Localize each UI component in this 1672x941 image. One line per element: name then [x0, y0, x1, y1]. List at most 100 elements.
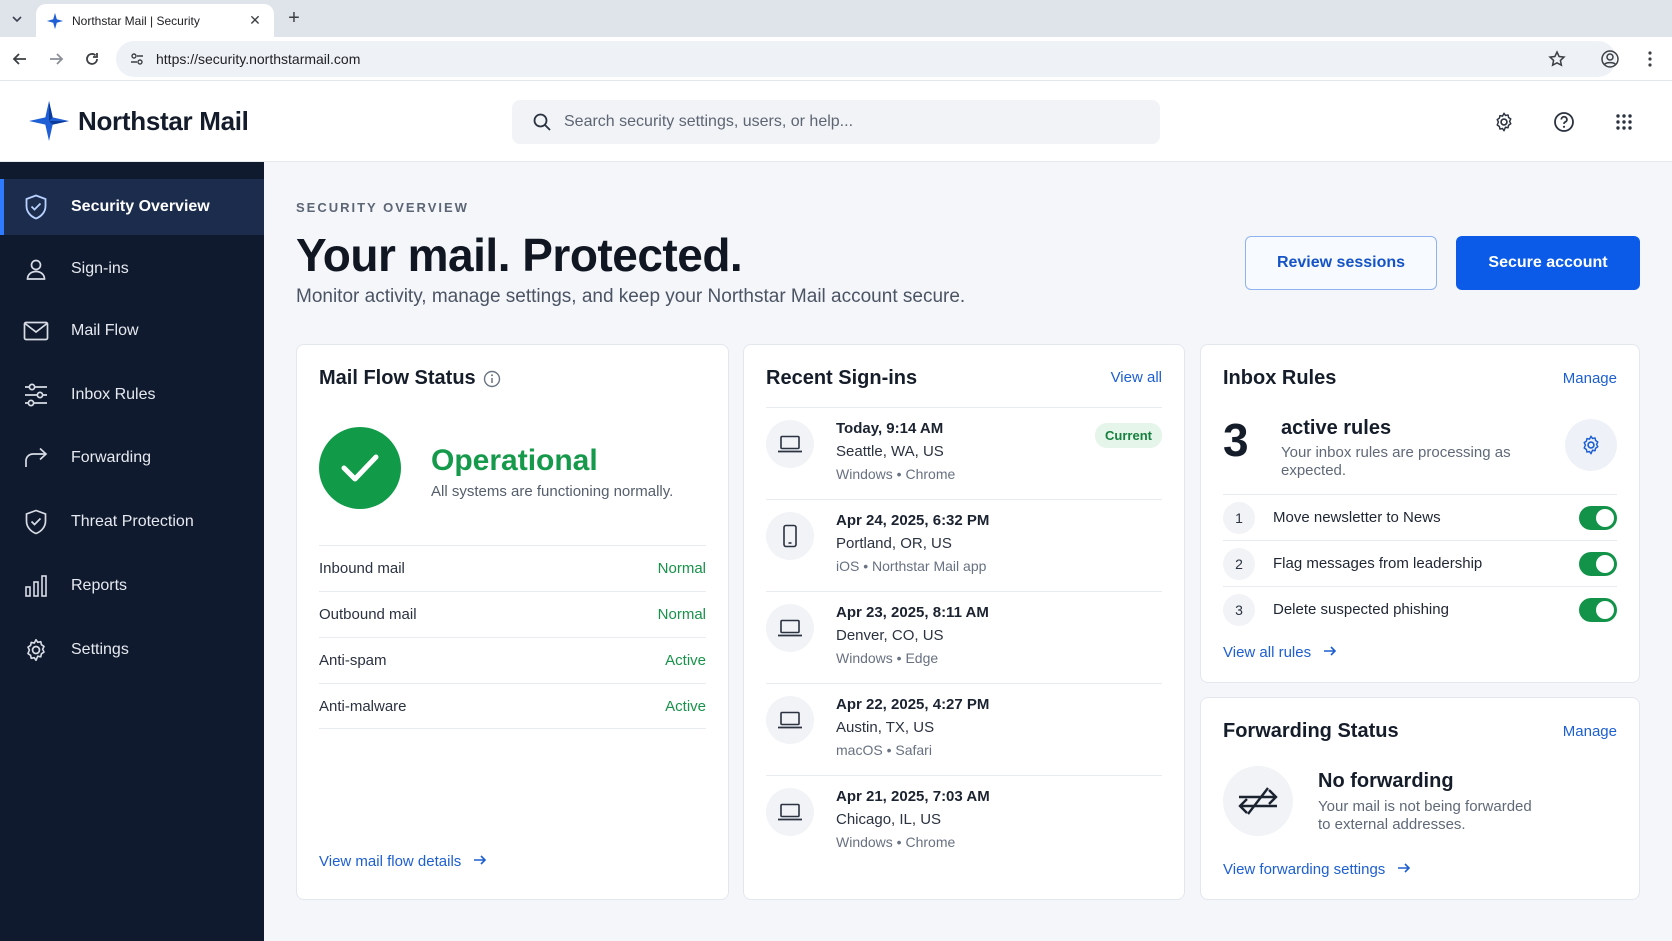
inbox-rules-desc: Your inbox rules are processing as expec… — [1281, 444, 1511, 479]
signin-time: Today, 9:14 AM — [836, 420, 944, 437]
review-sessions-button[interactable]: Review sessions — [1245, 236, 1437, 290]
signin-location: Denver, CO, US — [836, 627, 944, 644]
mail-flow-row-label: Anti-malware — [319, 697, 407, 715]
signin-row[interactable]: Apr 22, 2025, 4:27 PM Austin, TX, US mac… — [766, 683, 1162, 775]
address-bar[interactable]: https://security.northstarmail.com — [116, 41, 1616, 77]
browser-menu-icon[interactable] — [1638, 47, 1662, 71]
gear-icon — [22, 636, 50, 664]
sidebar-item-mail-flow[interactable]: Mail Flow — [0, 303, 264, 359]
view-forwarding-settings-link[interactable]: View forwarding settings — [1223, 861, 1411, 878]
manage-forwarding-link[interactable]: Manage — [1563, 723, 1617, 740]
user-icon — [22, 255, 50, 283]
sidebar-item-threat-protection[interactable]: Threat Protection — [0, 494, 264, 550]
tab-close-icon[interactable]: ✕ — [246, 12, 264, 29]
mail-flow-title: Mail Flow Status — [319, 367, 476, 389]
rule-toggle[interactable] — [1579, 597, 1617, 622]
laptop-icon — [766, 604, 814, 652]
browser-tabstrip: Northstar Mail | Security ✕ + — [0, 0, 1672, 37]
mail-flow-row-value: Active — [665, 697, 706, 715]
page-title: Your mail. Protected. — [296, 229, 743, 281]
secure-account-button[interactable]: Secure account — [1456, 236, 1640, 290]
mail-flow-row-value: Normal — [657, 560, 706, 577]
sliders-icon — [22, 381, 50, 409]
back-icon[interactable] — [8, 47, 32, 71]
rule-toggle[interactable] — [1579, 551, 1617, 576]
search-bar[interactable] — [512, 100, 1160, 144]
rules-settings-gear-icon[interactable] — [1565, 419, 1617, 471]
signin-location: Seattle, WA, US — [836, 443, 944, 460]
settings-gear-icon[interactable] — [1490, 108, 1518, 136]
mail-flow-row: Anti-spam Active — [319, 637, 706, 683]
inbox-rules-title: Inbox Rules — [1223, 367, 1337, 389]
forwarding-desc: Your mail is not being forwarded to exte… — [1318, 798, 1532, 833]
mail-flow-row: Outbound mail Normal — [319, 591, 706, 637]
signin-row[interactable]: Apr 21, 2025, 7:03 AM Chicago, IL, US Wi… — [766, 775, 1162, 867]
url-text: https://security.northstarmail.com — [156, 51, 361, 67]
tab-search-icon[interactable] — [6, 8, 28, 30]
signin-time: Apr 22, 2025, 4:27 PM — [836, 696, 990, 713]
mail-flow-row-value: Normal — [657, 606, 706, 623]
signin-row[interactable]: Apr 24, 2025, 6:32 PM Portland, OR, US i… — [766, 499, 1162, 591]
view-all-signins-link[interactable]: View all — [1111, 369, 1162, 386]
signin-time: Apr 23, 2025, 8:11 AM — [836, 604, 989, 621]
app-header: Northstar Mail — [0, 81, 1672, 162]
brand-name: Northstar Mail — [78, 105, 249, 136]
mail-flow-row-label: Outbound mail — [319, 606, 417, 623]
signin-row[interactable]: Today, 9:14 AM Seattle, WA, US Windows •… — [766, 407, 1162, 499]
browser-tab[interactable]: Northstar Mail | Security ✕ — [36, 4, 274, 37]
forwarding-status-title: Forwarding Status — [1223, 720, 1399, 742]
rule-row: 1 Move newsletter to News — [1223, 494, 1617, 540]
forward-icon[interactable] — [44, 47, 68, 71]
info-icon[interactable] — [483, 370, 501, 393]
mail-flow-row-value: Active — [665, 652, 706, 669]
site-info-icon[interactable] — [130, 52, 144, 66]
forwarding-status: No forwarding — [1318, 770, 1454, 792]
search-icon — [533, 113, 551, 131]
mail-flow-row-label: Anti-spam — [319, 652, 387, 669]
manage-inbox-rules-link[interactable]: Manage — [1563, 370, 1617, 387]
link-label: View all rules — [1223, 644, 1312, 661]
page-subtitle: Monitor activity, manage settings, and k… — [296, 286, 966, 307]
sidebar-item-label: Reports — [71, 577, 128, 594]
northstar-favicon-icon — [46, 12, 64, 29]
rule-number: 3 — [1223, 593, 1255, 626]
sidebar-item-security-overview[interactable]: Security Overview — [0, 179, 264, 235]
mail-flow-row: Inbound mail Normal — [319, 545, 706, 591]
new-tab-button[interactable]: + — [282, 7, 306, 29]
brand-logo[interactable]: Northstar Mail — [28, 100, 249, 142]
help-icon[interactable] — [1550, 108, 1578, 136]
signin-time: Apr 21, 2025, 7:03 AM — [836, 788, 990, 805]
apps-grid-icon[interactable] — [1610, 108, 1638, 136]
bar-chart-icon — [22, 572, 50, 600]
phone-icon — [766, 512, 814, 560]
signin-row[interactable]: Apr 23, 2025, 8:11 AM Denver, CO, US Win… — [766, 591, 1162, 683]
signin-device: macOS • Safari — [836, 742, 932, 758]
laptop-icon — [766, 420, 814, 468]
arrow-right-icon — [474, 855, 487, 865]
sidebar-item-inbox-rules[interactable]: Inbox Rules — [0, 367, 264, 423]
sidebar-item-forwarding[interactable]: Forwarding — [0, 430, 264, 486]
rule-number: 2 — [1223, 547, 1255, 580]
active-rules-count: 3 — [1223, 414, 1249, 466]
view-all-rules-link[interactable]: View all rules — [1223, 644, 1337, 661]
signin-device: iOS • Northstar Mail app — [836, 558, 987, 574]
rule-toggle[interactable] — [1579, 505, 1617, 530]
sidebar-item-sign-ins[interactable]: Sign-ins — [0, 241, 264, 297]
browser-toolbar: https://security.northstarmail.com — [0, 37, 1672, 81]
reload-icon[interactable] — [80, 47, 104, 71]
link-label: View forwarding settings — [1223, 861, 1386, 878]
signin-device: Windows • Chrome — [836, 834, 956, 850]
forward-arrow-icon — [22, 444, 50, 472]
forwarding-status-card: Forwarding Status Manage No forwarding Y… — [1200, 697, 1640, 900]
signin-location: Chicago, IL, US — [836, 811, 942, 828]
view-mail-flow-details-link[interactable]: View mail flow details — [319, 853, 487, 870]
bookmark-star-icon[interactable] — [1545, 47, 1569, 71]
sidebar-item-label: Security Overview — [71, 198, 210, 215]
search-input[interactable] — [564, 113, 1124, 131]
mail-flow-row: Anti-malware Active — [319, 683, 706, 729]
profile-icon[interactable] — [1598, 47, 1622, 71]
sidebar-item-label: Forwarding — [71, 449, 152, 466]
sidebar-item-settings[interactable]: Settings — [0, 622, 264, 678]
recent-signins-card: Recent Sign-ins View all Today, 9:14 AM … — [743, 344, 1185, 900]
sidebar-item-reports[interactable]: Reports — [0, 558, 264, 614]
